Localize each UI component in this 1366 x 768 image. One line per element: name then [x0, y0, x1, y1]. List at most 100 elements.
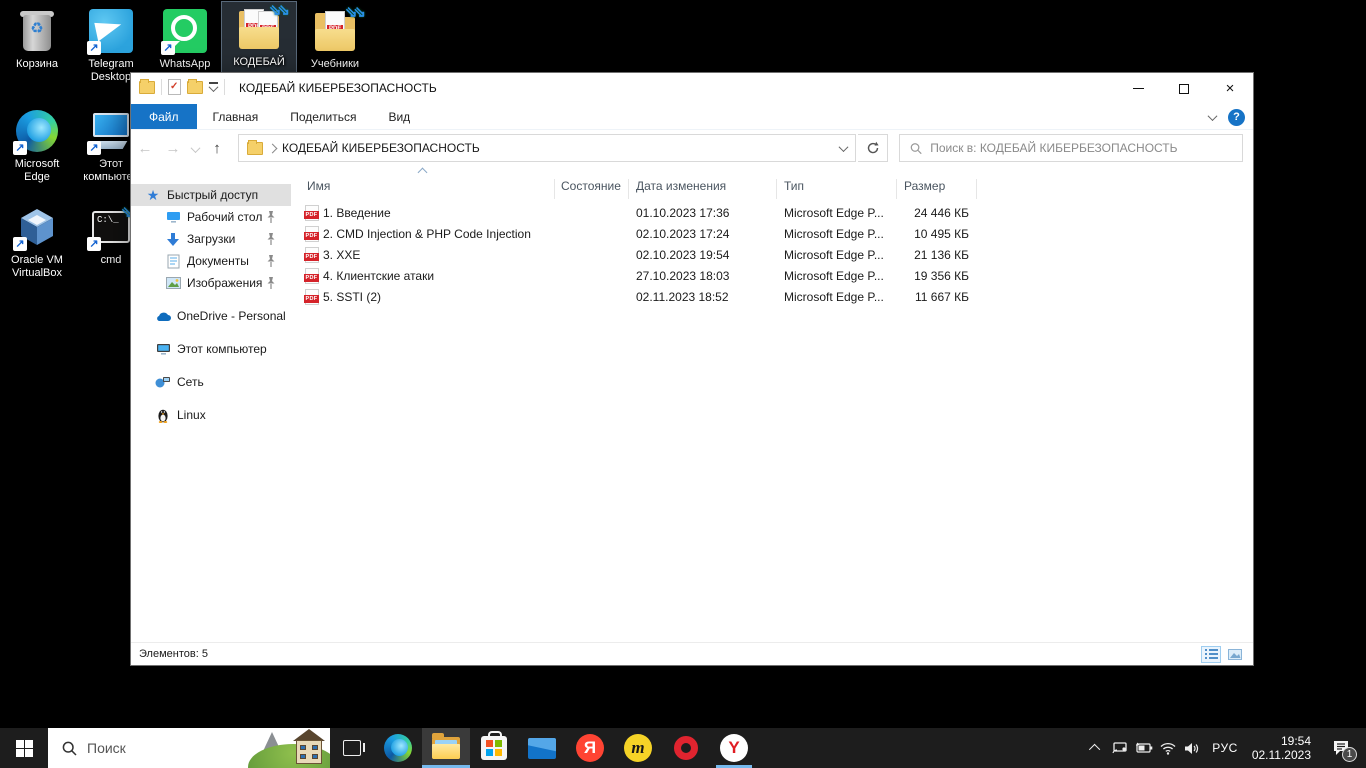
desktop-icon-edge[interactable]: ↗ Microsoft Edge — [0, 104, 74, 187]
taskbar-search-input[interactable] — [87, 740, 237, 756]
sort-ascending-icon — [418, 168, 428, 178]
close-button[interactable]: × — [1207, 73, 1253, 104]
file-name[interactable]: 2. CMD Injection & PHP Code Injection — [323, 227, 531, 241]
sidebar-item-label: Документы — [187, 254, 249, 268]
sidebar-item-linux[interactable]: Linux — [131, 404, 291, 426]
start-button[interactable] — [0, 728, 48, 768]
search-box-illustration — [258, 728, 330, 768]
recycle-bin-icon: ♻ — [13, 7, 61, 55]
tab-file[interactable]: Файл — [131, 104, 197, 129]
up-button[interactable]: ↑ — [203, 140, 231, 157]
ribbon-expand-icon[interactable] — [1208, 111, 1218, 121]
file-row[interactable]: PDF 4. Клиентские атаки 27.10.2023 18:03… — [291, 266, 1253, 287]
whatsapp-icon: ↗ — [161, 7, 209, 55]
address-bar[interactable]: КОДЕБАЙ КИБЕРБЕЗОПАСНОСТЬ — [238, 134, 856, 162]
taskbar-app-m-logo[interactable]: m — [614, 728, 662, 768]
back-button[interactable]: ← — [131, 140, 159, 157]
taskbar-app-file-explorer[interactable] — [422, 728, 470, 768]
sidebar-item-network[interactable]: Сеть — [131, 371, 291, 393]
desktop-icon-label: WhatsApp — [150, 58, 220, 71]
shortcut-arrow-icon: ↗ — [87, 141, 101, 155]
task-view-button[interactable] — [330, 728, 374, 768]
column-header-name[interactable]: Имя — [307, 179, 330, 193]
thumbnails-view-button[interactable] — [1225, 646, 1245, 663]
action-center-button[interactable]: 1 — [1321, 728, 1361, 768]
sidebar-item-downloads[interactable]: Загрузки — [131, 228, 291, 250]
tab-view[interactable]: Вид — [372, 104, 426, 129]
column-header-status[interactable]: Состояние — [561, 179, 621, 193]
windows-logo-icon — [16, 740, 33, 757]
file-row[interactable]: PDF 3. XXE 02.10.2023 19:54 Microsoft Ed… — [291, 245, 1253, 266]
clock[interactable]: 19:54 02.11.2023 — [1246, 734, 1321, 762]
window-folder-icon — [139, 81, 155, 94]
desktop-icon-whatsapp[interactable]: ↗ WhatsApp — [148, 4, 222, 74]
column-header-size[interactable]: Размер — [904, 179, 945, 193]
customize-qat-dropdown[interactable] — [209, 82, 218, 92]
taskbar-search[interactable] — [48, 728, 330, 768]
minimize-button[interactable] — [1115, 73, 1161, 104]
details-view-button[interactable] — [1201, 646, 1221, 663]
taskbar-app-microsoft-store[interactable] — [470, 728, 518, 768]
column-headers: Имя Состояние Дата изменения Тип Размер — [291, 173, 1253, 199]
taskbar-app-mail[interactable] — [518, 728, 566, 768]
file-name[interactable]: 1. Введение — [323, 206, 391, 220]
properties-icon[interactable] — [168, 79, 181, 95]
star-icon: ★ — [145, 187, 161, 203]
desktop-icon-recycle-bin[interactable]: ♻ Корзина — [0, 4, 74, 74]
refresh-button[interactable] — [858, 134, 888, 162]
taskbar-app-yandex-browser[interactable]: Y — [710, 728, 758, 768]
file-row[interactable]: PDF 1. Введение 01.10.2023 17:36 Microso… — [291, 203, 1253, 224]
taskbar-app-opera[interactable] — [662, 728, 710, 768]
shortcut-arrow-icon: ↗ — [13, 237, 27, 251]
file-name[interactable]: 3. XXE — [323, 248, 360, 262]
mail-icon — [528, 738, 556, 759]
breadcrumb-path[interactable]: КОДЕБАЙ КИБЕРБЕЗОПАСНОСТЬ — [282, 141, 480, 155]
battery-charging-icon[interactable] — [1132, 742, 1156, 754]
m-logo-icon: m — [624, 734, 652, 762]
file-row[interactable]: PDF 5. SSTI (2) 02.11.2023 18:52 Microso… — [291, 287, 1253, 308]
tray-time: 19:54 — [1252, 734, 1311, 748]
help-icon[interactable]: ? — [1228, 109, 1245, 126]
file-name[interactable]: 5. SSTI (2) — [323, 290, 381, 304]
maximize-button[interactable] — [1161, 73, 1207, 104]
sidebar-item-this-pc[interactable]: Этот компьютер — [131, 338, 291, 360]
forward-button[interactable]: → — [159, 140, 187, 157]
edge-icon — [384, 734, 412, 762]
search-icon — [62, 741, 77, 756]
desktop-icon-kodebay[interactable]: PDF PDF ⇘⇘ КОДЕБАЙ — [222, 2, 296, 72]
window-title: КОДЕБАЙ КИБЕРБЕЗОПАСНОСТЬ — [239, 81, 437, 95]
file-modified: 02.10.2023 19:54 — [636, 248, 729, 262]
sidebar-item-desktop[interactable]: Рабочий стол — [131, 206, 291, 228]
downloads-icon — [165, 231, 181, 247]
chevron-up-icon — [1089, 744, 1100, 755]
pin-icon — [265, 210, 277, 224]
explorer-search-input[interactable] — [930, 141, 1232, 155]
shortcut-arrow-icon: ↗ — [13, 141, 27, 155]
address-dropdown-icon[interactable] — [839, 142, 849, 152]
sidebar-item-documents[interactable]: Документы — [131, 250, 291, 272]
pin-icon — [265, 254, 277, 268]
connect-display-icon[interactable] — [1108, 741, 1132, 755]
taskbar-app-edge[interactable] — [374, 728, 422, 768]
explorer-search[interactable] — [899, 134, 1243, 162]
sidebar-item-pictures[interactable]: Изображения — [131, 272, 291, 294]
volume-icon[interactable] — [1180, 742, 1204, 755]
tab-share[interactable]: Поделиться — [274, 104, 372, 129]
column-header-modified[interactable]: Дата изменения — [636, 179, 726, 193]
taskbar-app-yandex[interactable]: Я — [566, 728, 614, 768]
column-header-type[interactable]: Тип — [784, 179, 804, 193]
recent-locations-dropdown[interactable] — [187, 140, 203, 157]
pin-icon — [265, 276, 277, 290]
file-name[interactable]: 4. Клиентские атаки — [323, 269, 434, 283]
file-row[interactable]: PDF 2. CMD Injection & PHP Code Injectio… — [291, 224, 1253, 245]
tab-home[interactable]: Главная — [197, 104, 275, 129]
desktop-icon-uchebniki[interactable]: PDF ⇘⇘ Учебники — [298, 4, 372, 74]
hidden-icons-button[interactable] — [1084, 744, 1108, 752]
wifi-icon[interactable] — [1156, 742, 1180, 755]
language-indicator[interactable]: РУС — [1204, 741, 1246, 755]
sidebar-item-onedrive[interactable]: OneDrive - Personal — [131, 305, 291, 327]
new-folder-icon[interactable] — [187, 81, 203, 94]
desktop-icon-virtualbox[interactable]: ↗ Oracle VM VirtualBox — [0, 200, 74, 283]
title-bar[interactable]: КОДЕБАЙ КИБЕРБЕЗОПАСНОСТЬ × — [131, 73, 1253, 104]
sidebar-item-quick-access[interactable]: ★ Быстрый доступ — [131, 184, 291, 206]
